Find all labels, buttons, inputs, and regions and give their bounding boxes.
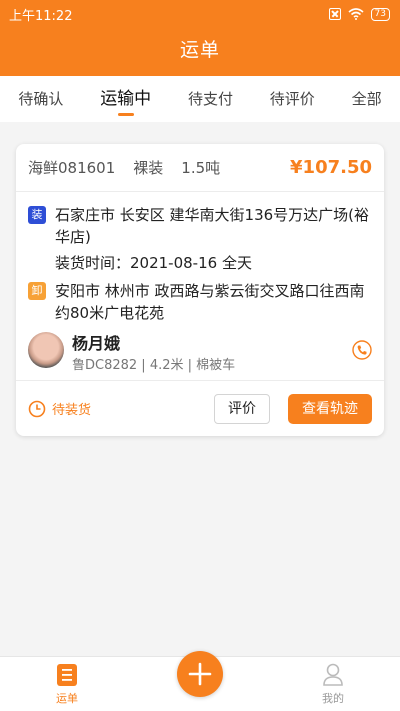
order-card-header: 海鲜081601 裸装 1.5吨 ¥107.50 [16,144,384,192]
active-tab-indicator [117,113,134,116]
load-time: 装货时间：2021-08-16 全天 [55,254,252,272]
order-price: ¥107.50 [290,157,372,178]
wifi-icon [348,8,364,20]
cargo-weight: 1.5吨 [181,159,221,177]
driver-name: 杨月娥 [72,334,121,353]
status-icons: 73 [328,7,390,21]
clock-icon [28,400,46,417]
status-time: 上午11:22 [9,8,73,24]
waybill-icon [57,664,77,686]
battery-icon: 73 [370,7,390,21]
tab-pending-payment[interactable]: 待支付 [185,76,236,122]
app-header: 上午11:22 73 运单 [0,0,400,76]
cargo-summary: 海鲜081601 裸装 1.5吨 [28,157,238,178]
cargo-packing: 裸装 [133,159,164,177]
order-tabs: 待确认 运输中 待支付 待评价 全部 [0,76,400,122]
load-badge: 装 [28,206,46,224]
tab-pending-confirm[interactable]: 待确认 [15,76,66,122]
tab-pending-review[interactable]: 待评价 [267,76,318,122]
cargo-name: 海鲜081601 [28,159,116,177]
nav-mine-label: 我的 [322,692,344,705]
plus-icon [188,662,212,686]
rate-button[interactable]: 评价 [214,393,270,424]
unload-address: 安阳市 林州市 政西路与紫云街交叉路口往西南约80米广电花苑 [55,282,365,322]
status-bar: 上午11:22 73 [0,0,400,28]
order-card-footer: 待装货 评价 查看轨迹 [16,380,384,436]
nav-waybill[interactable]: 运单 [37,663,97,706]
load-route: 装 石家庄市 长安区 建华南大街136号万达广场(裕华店) 装货时间：2021-… [28,204,372,274]
view-track-button[interactable]: 查看轨迹 [288,393,372,424]
tab-all[interactable]: 全部 [349,76,385,122]
vehicle-info: 鲁DC8282 | 4.2米 | 棉被车 [72,358,236,373]
page-title: 运单 [179,39,220,61]
sim-icon [328,8,341,20]
nav-waybill-label: 运单 [56,692,78,705]
unload-badge: 卸 [28,282,46,300]
nav-mine[interactable]: 我的 [303,663,363,706]
phone-icon[interactable] [352,340,372,360]
person-icon [323,663,343,686]
order-status: 待装货 [52,403,92,418]
tab-in-transit[interactable]: 运输中 [97,76,154,122]
add-order-button[interactable] [177,651,223,697]
order-card[interactable]: 海鲜081601 裸装 1.5吨 ¥107.50 装 石家庄市 长安区 建华南大街1… [16,144,384,436]
unload-route: 卸 安阳市 林州市 政西路与紫云街交叉路口往西南约80米广电花苑 [28,280,372,324]
load-address: 石家庄市 长安区 建华南大街136号万达广场(裕华店) [55,206,370,246]
driver-info: 杨月娥 鲁DC8282 | 4.2米 | 棉被车 [28,330,372,374]
driver-avatar [28,332,64,368]
